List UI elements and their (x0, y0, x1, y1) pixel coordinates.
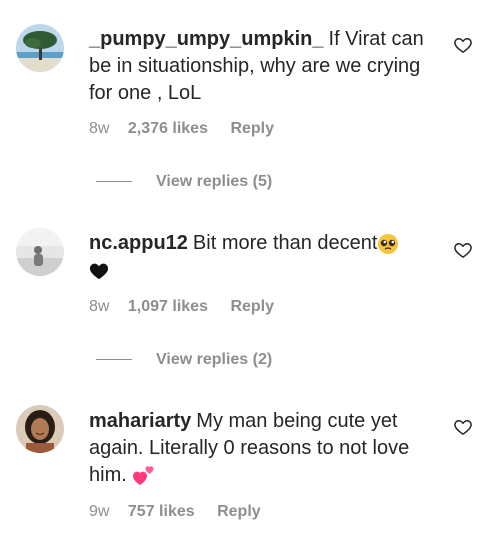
reply-button[interactable]: Reply (217, 503, 261, 521)
comment-body: Bit more than decent (192, 232, 378, 254)
view-replies-button[interactable]: View replies (2) (96, 351, 272, 371)
comment-username[interactable]: mahariarty (89, 410, 191, 432)
comment-time[interactable]: 8w (89, 298, 109, 316)
two-hearts-emoji (133, 466, 154, 485)
like-heart-icon[interactable] (453, 240, 473, 260)
divider-line (96, 181, 132, 183)
comment-username[interactable]: _pumpy_umpy_umpkin_ (89, 28, 324, 50)
reply-button[interactable]: Reply (230, 120, 274, 138)
like-heart-icon[interactable] (453, 417, 473, 437)
comment-meta: 9w 757 likes Reply (89, 503, 261, 521)
black-heart-emoji (89, 263, 109, 279)
likes-count[interactable]: 1,097 likes (128, 298, 208, 316)
avatar[interactable] (16, 405, 64, 453)
like-heart-icon[interactable] (453, 35, 473, 55)
comment-text: _pumpy_umpy_umpkin_ If Virat can be in si… (89, 26, 434, 107)
pleading-face-emoji (378, 233, 399, 254)
comment-time[interactable]: 9w (89, 503, 109, 521)
comment-time[interactable]: 8w (89, 120, 109, 138)
view-replies-button[interactable]: View replies (5) (96, 173, 272, 193)
avatar[interactable] (16, 24, 64, 72)
likes-count[interactable]: 2,376 likes (128, 120, 208, 138)
view-replies-label: View replies (2) (156, 351, 273, 368)
comment-text: mahariarty My man being cute yet again. L… (89, 408, 434, 489)
avatar[interactable] (16, 228, 64, 276)
divider-line (96, 359, 132, 361)
comment-username[interactable]: nc.appu12 (89, 232, 188, 254)
reply-button[interactable]: Reply (230, 298, 274, 316)
comment-meta: 8w 1,097 likes Reply (89, 298, 274, 316)
view-replies-label: View replies (5) (156, 173, 273, 190)
comment-text: nc.appu12 Bit more than decent (89, 230, 434, 284)
comment-meta: 8w 2,376 likes Reply (89, 120, 274, 138)
likes-count[interactable]: 757 likes (128, 503, 195, 521)
